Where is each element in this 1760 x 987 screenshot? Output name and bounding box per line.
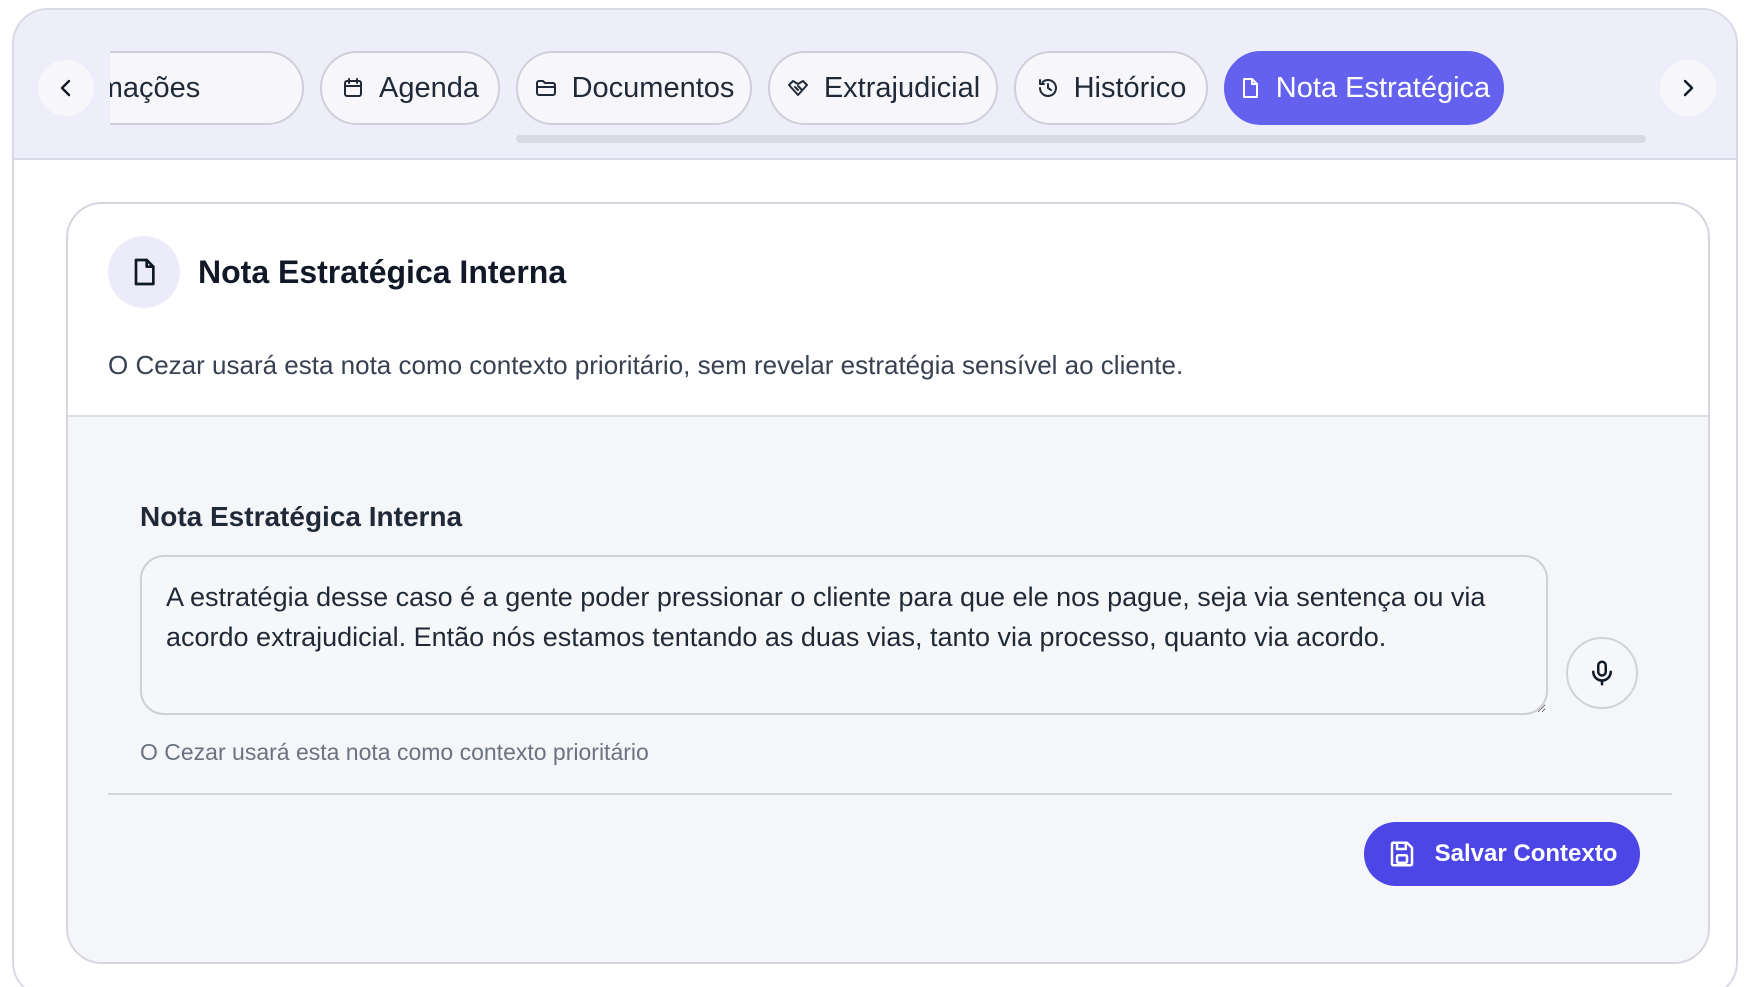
microphone-icon: [1592, 660, 1612, 686]
tab-label: Documentos: [571, 71, 735, 104]
tab-label: Nota Estratégica: [1275, 71, 1491, 104]
scroll-tabs-right-button[interactable]: [1660, 60, 1716, 116]
tab-extrajudicial[interactable]: Extrajudicial: [768, 51, 998, 125]
tab-historico[interactable]: Histórico: [1014, 51, 1208, 125]
strategic-note-card: Nota Estratégica Interna O Cezar usará e…: [66, 202, 1710, 964]
calendar-icon: [344, 78, 362, 97]
tab-documentos[interactable]: Documentos: [516, 51, 752, 125]
file-icon: [134, 258, 155, 286]
chevron-left-icon: [60, 79, 71, 97]
voice-input-button[interactable]: [1566, 637, 1638, 709]
tab-agenda[interactable]: Agenda: [320, 51, 500, 125]
tab-scrollbar[interactable]: [516, 135, 1646, 143]
tab-label: Extrajudicial: [823, 71, 981, 104]
folder-icon: [535, 80, 556, 96]
tab-label: Agenda: [379, 71, 479, 104]
tab-label: Histórico: [1073, 71, 1187, 104]
tab-viewport: Prazos/Intimações Agenda Documentos Extr…: [110, 40, 1646, 144]
save-button-label: Salvar Contexto: [1434, 840, 1618, 867]
note-field-label: Nota Estratégica Interna: [140, 501, 463, 532]
card-header: Nota Estratégica Interna O Cezar usará e…: [68, 204, 1708, 417]
tab-nota-estrategica[interactable]: Nota Estratégica: [1224, 51, 1504, 125]
tab-bar: Prazos/Intimações Agenda Documentos Extr…: [14, 10, 1736, 160]
history-icon: [1038, 79, 1057, 97]
card-subtitle: O Cezar usará esta nota como contexto pr…: [108, 350, 1184, 380]
card-body: Nota Estratégica Interna O Cezar usará e…: [68, 417, 1708, 962]
app-frame: Prazos/Intimações Agenda Documentos Extr…: [12, 8, 1738, 987]
handshake-icon: [787, 80, 808, 96]
note-helper-text: O Cezar usará esta nota como contexto pr…: [140, 739, 649, 765]
file-icon: [1242, 78, 1258, 98]
tab-prazos-intimacoes[interactable]: Prazos/Intimações: [110, 51, 304, 125]
strategic-note-textarea[interactable]: [140, 555, 1548, 715]
scroll-tabs-left-button[interactable]: [38, 60, 94, 116]
save-icon: [1390, 841, 1413, 867]
card-title: Nota Estratégica Interna: [198, 254, 567, 290]
save-context-button[interactable]: Salvar Contexto: [1364, 822, 1640, 886]
chevron-right-icon: [1683, 79, 1694, 97]
section-divider: [108, 793, 1672, 795]
tab-label: Prazos/Intimações: [110, 71, 201, 104]
note-badge: [108, 236, 180, 308]
